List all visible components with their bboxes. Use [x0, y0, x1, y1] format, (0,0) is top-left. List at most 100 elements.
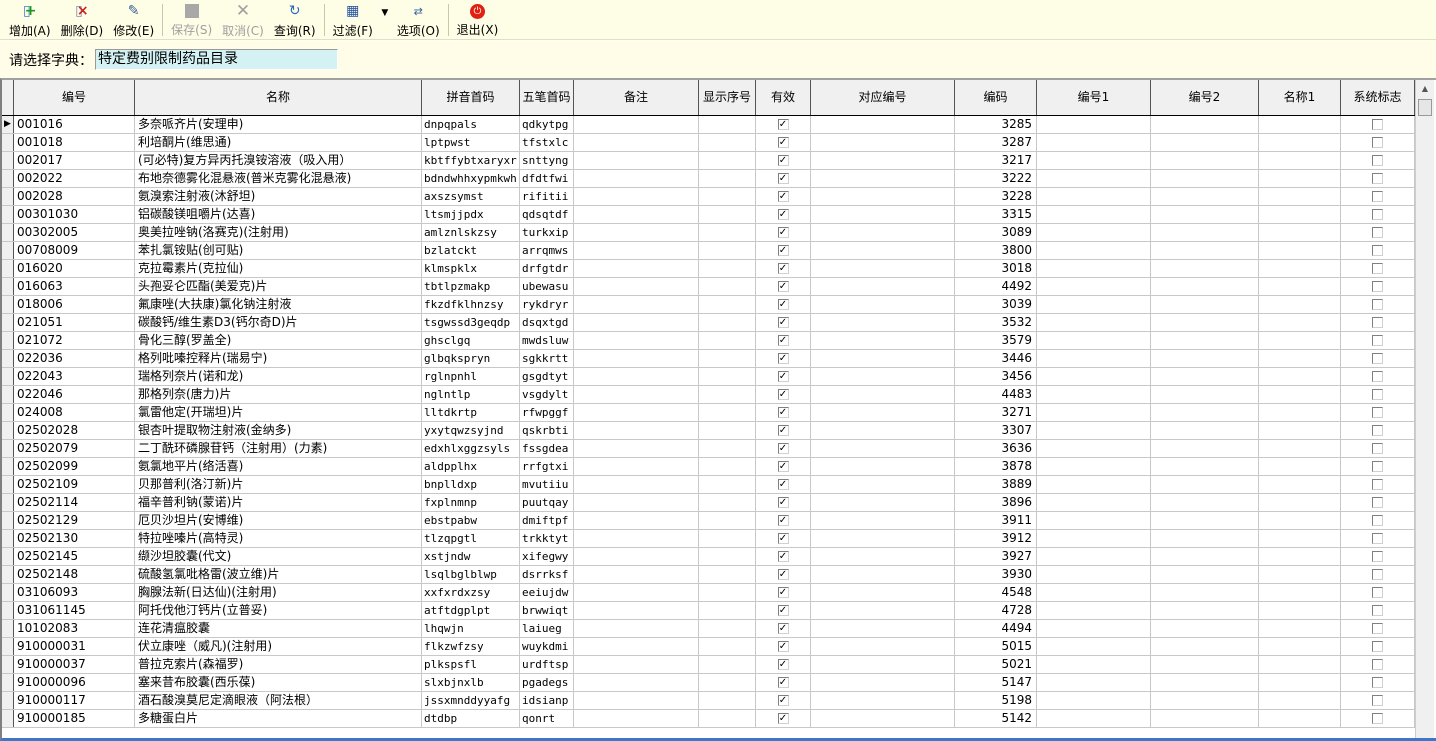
column-header[interactable]: 名称 — [135, 80, 422, 115]
cell-id2[interactable] — [1151, 566, 1259, 583]
cell-remark[interactable] — [574, 602, 699, 619]
cell-name1[interactable] — [1259, 584, 1341, 601]
cell-id1[interactable] — [1037, 602, 1151, 619]
table-row[interactable]: 02502148 硫酸氢氯吡格雷(波立维)片 lsqlbglblwp dsrrksf ✓… — [2, 566, 1415, 584]
table-row[interactable]: 022036 格列吡嗪控释片(瑞易宁) glbqkspryn sgkkrtt ✓ 3446 — [2, 350, 1415, 368]
cell-name[interactable]: 那格列奈(唐力)片 — [135, 386, 422, 403]
valid-checkbox[interactable]: ✓ — [777, 425, 789, 436]
cell-name[interactable]: 福辛普利钠(蒙诺)片 — [135, 494, 422, 511]
cell-id2[interactable] — [1151, 188, 1259, 205]
valid-checkbox[interactable]: ✓ — [777, 119, 789, 130]
cell-id2[interactable] — [1151, 638, 1259, 655]
cell-id2[interactable] — [1151, 368, 1259, 385]
cell-wubi-code[interactable]: sgkkrtt — [520, 350, 574, 367]
cell-remark[interactable] — [574, 476, 699, 493]
cell-display-order[interactable] — [699, 350, 756, 367]
cell-id1[interactable] — [1037, 548, 1151, 565]
system-flag-checkbox[interactable] — [1372, 209, 1383, 220]
cell-wubi-code[interactable]: rrfgtxi — [520, 458, 574, 475]
cell-name1[interactable] — [1259, 278, 1341, 295]
cell-id2[interactable] — [1151, 512, 1259, 529]
add-button[interactable]: ▯ + 增加(A) — [4, 0, 56, 38]
cell-code[interactable]: 3896 — [955, 494, 1037, 511]
cell-remark[interactable] — [574, 332, 699, 349]
cell-id1[interactable] — [1037, 350, 1151, 367]
cell-id2[interactable] — [1151, 692, 1259, 709]
cell-id1[interactable] — [1037, 404, 1151, 421]
cell-id[interactable]: 02502079 — [14, 440, 135, 457]
cell-mapped-id[interactable] — [811, 368, 955, 385]
cell-pinyin-code[interactable]: tsgwssd3geqdp — [422, 314, 520, 331]
cell-pinyin-code[interactable]: flkzwfzsy — [422, 638, 520, 655]
cell-pinyin-code[interactable]: ebstpabw — [422, 512, 520, 529]
cell-pinyin-code[interactable]: xxfxrdxzsy — [422, 584, 520, 601]
table-row[interactable]: 022046 那格列奈(唐力)片 nglntlp vsgdylt ✓ 4483 — [2, 386, 1415, 404]
cell-name1[interactable] — [1259, 440, 1341, 457]
cell-mapped-id[interactable] — [811, 386, 955, 403]
table-row[interactable]: 021072 骨化三醇(罗盖全) ghsclgq mwdsluw ✓ 3579 — [2, 332, 1415, 350]
cell-name[interactable]: 格列吡嗪控释片(瑞易宁) — [135, 350, 422, 367]
cell-name[interactable]: 多奈哌齐片(安理申) — [135, 116, 422, 133]
cell-code[interactable]: 3315 — [955, 206, 1037, 223]
row-indicator[interactable] — [2, 350, 14, 367]
cell-pinyin-code[interactable]: axszsymst — [422, 188, 520, 205]
cell-remark[interactable] — [574, 116, 699, 133]
cell-id2[interactable] — [1151, 656, 1259, 673]
cell-display-order[interactable] — [699, 422, 756, 439]
valid-checkbox[interactable]: ✓ — [777, 317, 789, 328]
system-flag-checkbox[interactable] — [1372, 533, 1383, 544]
cell-id1[interactable] — [1037, 422, 1151, 439]
cell-code[interactable]: 5015 — [955, 638, 1037, 655]
cell-code[interactable]: 4728 — [955, 602, 1037, 619]
cell-id[interactable]: 002017 — [14, 152, 135, 169]
cell-display-order[interactable] — [699, 620, 756, 637]
cell-id1[interactable] — [1037, 314, 1151, 331]
row-indicator[interactable] — [2, 278, 14, 295]
cell-name1[interactable] — [1259, 494, 1341, 511]
cell-id[interactable]: 03106093 — [14, 584, 135, 601]
cell-wubi-code[interactable]: vsgdylt — [520, 386, 574, 403]
cell-display-order[interactable] — [699, 314, 756, 331]
cell-remark[interactable] — [574, 656, 699, 673]
cell-code[interactable]: 4492 — [955, 278, 1037, 295]
table-row[interactable]: 10102083 连花清瘟胶囊 lhqwjn laiueg ✓ 4494 — [2, 620, 1415, 638]
cell-id2[interactable] — [1151, 458, 1259, 475]
cell-pinyin-code[interactable]: yxytqwzsyjnd — [422, 422, 520, 439]
cell-name1[interactable] — [1259, 656, 1341, 673]
cell-display-order[interactable] — [699, 170, 756, 187]
cell-id2[interactable] — [1151, 548, 1259, 565]
cell-mapped-id[interactable] — [811, 332, 955, 349]
system-flag-checkbox[interactable] — [1372, 353, 1383, 364]
cell-mapped-id[interactable] — [811, 602, 955, 619]
cell-display-order[interactable] — [699, 368, 756, 385]
cell-id2[interactable] — [1151, 530, 1259, 547]
cell-name1[interactable] — [1259, 386, 1341, 403]
cell-name[interactable]: 瑞格列奈片(诺和龙) — [135, 368, 422, 385]
cell-mapped-id[interactable] — [811, 152, 955, 169]
row-indicator[interactable] — [2, 512, 14, 529]
cell-id[interactable]: 02502145 — [14, 548, 135, 565]
cell-name[interactable]: 胸腺法新(日达仙)(注射用) — [135, 584, 422, 601]
cell-remark[interactable] — [574, 134, 699, 151]
cell-id[interactable]: 024008 — [14, 404, 135, 421]
valid-checkbox[interactable]: ✓ — [777, 695, 789, 706]
table-row[interactable]: 00301030 铝碳酸镁咀嚼片(达喜) ltsmjjpdx qdsqtdf ✓ 3315 — [2, 206, 1415, 224]
cell-mapped-id[interactable] — [811, 314, 955, 331]
cell-pinyin-code[interactable]: ghsclgq — [422, 332, 520, 349]
row-indicator[interactable] — [2, 422, 14, 439]
table-row[interactable]: 02502129 厄贝沙坦片(安博维) ebstpabw dmiftpf ✓ 3911 — [2, 512, 1415, 530]
cell-id2[interactable] — [1151, 224, 1259, 241]
cell-name[interactable]: 克拉霉素片(克拉仙) — [135, 260, 422, 277]
cell-pinyin-code[interactable]: rglnpnhl — [422, 368, 520, 385]
cell-mapped-id[interactable] — [811, 278, 955, 295]
column-header[interactable]: 名称1 — [1259, 80, 1341, 115]
cell-id2[interactable] — [1151, 440, 1259, 457]
cell-pinyin-code[interactable]: slxbjnxlb — [422, 674, 520, 691]
cell-id[interactable]: 02502148 — [14, 566, 135, 583]
cell-remark[interactable] — [574, 422, 699, 439]
system-flag-checkbox[interactable] — [1372, 371, 1383, 382]
cell-code[interactable]: 3228 — [955, 188, 1037, 205]
cell-pinyin-code[interactable]: dtdbp — [422, 710, 520, 727]
cell-name1[interactable] — [1259, 350, 1341, 367]
cell-id1[interactable] — [1037, 476, 1151, 493]
